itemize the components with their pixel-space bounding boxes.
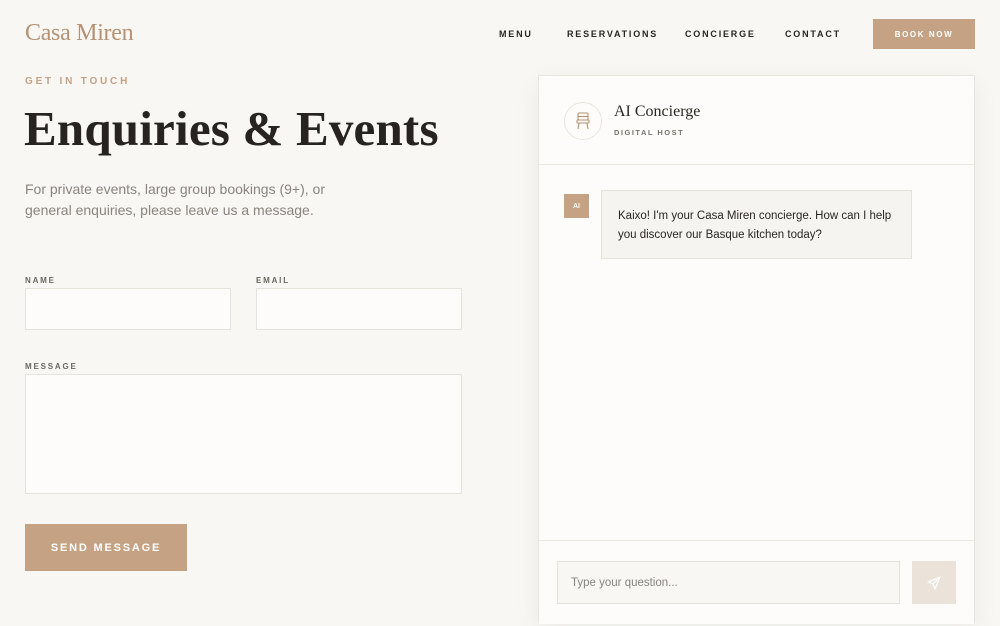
intro-text: For private events, large group bookings… <box>25 181 325 218</box>
name-field[interactable] <box>25 288 231 330</box>
chat-subtitle: DIGITAL HOST <box>614 128 685 137</box>
name-label: NAME <box>25 276 56 285</box>
chat-composer <box>539 540 974 624</box>
chat-input[interactable] <box>557 561 900 604</box>
send-icon[interactable] <box>912 561 956 604</box>
message-field[interactable] <box>25 374 462 494</box>
email-field[interactable] <box>256 288 462 330</box>
nav-item-concierge[interactable]: CONCIERGE <box>685 29 756 39</box>
nav-item-menu[interactable]: MENU <box>499 29 533 39</box>
email-label: EMAIL <box>256 276 290 285</box>
chat-message-bubble: Kaixo! I'm your Casa Miren concierge. Ho… <box>601 190 912 259</box>
main-nav: MENU RESERVATIONS CONCIERGE CONTACT <box>0 29 1000 41</box>
nav-item-contact[interactable]: CONTACT <box>785 29 841 39</box>
concierge-chat-panel: AI Concierge DIGITAL HOST AI Kaixo! I'm … <box>538 75 975 624</box>
chat-header: AI Concierge DIGITAL HOST <box>539 76 974 165</box>
section-eyebrow: GET IN TOUCH <box>25 76 131 87</box>
ai-avatar-badge: AI <box>564 194 589 218</box>
chat-title: AI Concierge <box>614 103 701 120</box>
page-title: Enquiries & Events <box>24 101 439 156</box>
nav-item-reservations[interactable]: RESERVATIONS <box>567 29 658 39</box>
send-message-button[interactable]: SEND MESSAGE <box>25 524 187 571</box>
book-now-button[interactable]: BOOK NOW <box>873 19 975 49</box>
message-label: MESSAGE <box>25 362 78 371</box>
chair-icon <box>564 102 602 140</box>
